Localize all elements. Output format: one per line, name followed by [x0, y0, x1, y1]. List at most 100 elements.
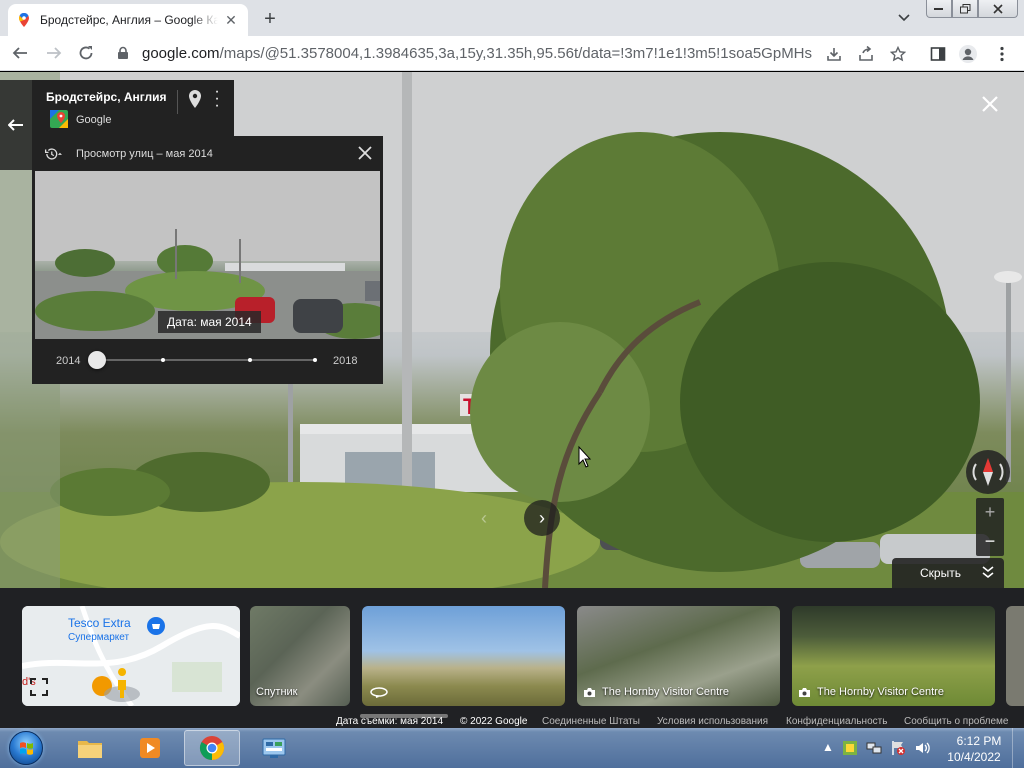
- time-machine-title: Просмотр улиц – мая 2014: [76, 148, 213, 160]
- provider-name: Google: [76, 114, 112, 126]
- bookmark-star-icon[interactable]: [888, 44, 908, 64]
- side-panel-icon[interactable]: [928, 44, 948, 64]
- taskbar-control-panel[interactable]: [246, 730, 302, 766]
- photo-label-text: The Hornby Visitor Centre: [817, 686, 944, 698]
- camera-icon: [799, 687, 810, 697]
- zoom-control: + −: [976, 498, 1004, 556]
- url-text: google.com/maps/@51.3578004,1.3984635,3a…: [142, 45, 812, 62]
- network-icon[interactable]: [866, 740, 882, 756]
- camera-icon: [584, 687, 595, 697]
- place-name: Бродстейрс, Англия: [46, 90, 167, 104]
- time-machine-close-icon[interactable]: [354, 142, 376, 164]
- show-desktop-button[interactable]: [1012, 728, 1024, 768]
- more-options-icon[interactable]: · · ·: [212, 84, 222, 114]
- street-view-back-button[interactable]: [0, 80, 32, 170]
- browser-tab-strip: Бродстейрс, Англия – Google Карты ✕ +: [0, 0, 1024, 36]
- photo-label-text: The Hornby Visitor Centre: [602, 686, 729, 698]
- satellite-label: Спутник: [256, 686, 298, 698]
- photo-thumbnail-card[interactable]: [1006, 606, 1024, 706]
- tab-title: Бродстейрс, Англия – Google Карты: [40, 13, 218, 27]
- new-tab-button[interactable]: +: [258, 7, 282, 31]
- windows-logo-icon: [9, 731, 43, 765]
- tray-app-icon[interactable]: [842, 740, 858, 756]
- volume-icon[interactable]: [914, 740, 930, 756]
- window-restore-button[interactable]: [952, 0, 978, 18]
- start-button[interactable]: [2, 728, 50, 768]
- zoom-out-button[interactable]: −: [976, 527, 1004, 556]
- timeline-stop[interactable]: [313, 358, 317, 362]
- taskbar-chrome[interactable]: [184, 730, 240, 766]
- place-info-card: Бродстейрс, Англия Google · · ·: [32, 80, 234, 136]
- timeline-slider-knob[interactable]: [88, 351, 106, 369]
- hide-label: Скрыть: [920, 566, 961, 580]
- browser-tab-maps[interactable]: Бродстейрс, Англия – Google Карты ✕: [8, 4, 248, 36]
- browser-toolbar: google.com/maps/@51.3578004,1.3984635,3a…: [0, 36, 1024, 71]
- taskbar-media-player[interactable]: [122, 730, 178, 766]
- window-minimize-button[interactable]: [926, 0, 952, 18]
- compass-icon[interactable]: [966, 450, 1010, 494]
- photo-thumbnail-card[interactable]: The Hornby Visitor Centre: [792, 606, 995, 706]
- time-machine-header[interactable]: Просмотр улиц – мая 2014: [44, 144, 213, 164]
- photo-carousel: Tesco Extra Супермаркет d's Спутник The …: [0, 588, 1024, 714]
- clock-time[interactable]: 6:12 PM: [954, 734, 1004, 748]
- photo-label: The Hornby Visitor Centre: [798, 686, 944, 698]
- double-chevron-down-icon: [982, 566, 994, 579]
- country-link[interactable]: Соединенные Штаты: [542, 716, 640, 727]
- media-player-icon: [140, 738, 160, 758]
- back-arrow-icon[interactable]: [8, 41, 32, 65]
- clock-date[interactable]: 10/4/2022: [944, 750, 1004, 764]
- panorama-360-icon: [370, 687, 388, 698]
- url-host: google.com: [142, 44, 220, 62]
- address-bar[interactable]: google.com/maps/@51.3578004,1.3984635,3a…: [108, 40, 820, 66]
- exit-street-view-icon[interactable]: [978, 92, 1002, 116]
- map-card-title: Tesco Extra: [68, 616, 131, 630]
- timeline-stop[interactable]: [161, 358, 165, 362]
- profile-avatar-icon[interactable]: [958, 44, 978, 64]
- terms-link[interactable]: Условия использования: [657, 716, 768, 727]
- time-machine-preview-image[interactable]: Дата: мая 2014: [35, 171, 380, 339]
- preview-date-label: Дата: мая 2014: [158, 311, 261, 333]
- menu-kebab-icon[interactable]: [992, 44, 1012, 64]
- map-pin-icon[interactable]: [188, 90, 202, 108]
- windows-taskbar: ▲ 6:12 PM 10/4/2022: [0, 728, 1024, 768]
- map-card-subtitle: Супермаркет: [68, 632, 130, 643]
- chrome-icon: [199, 736, 225, 760]
- share-icon[interactable]: [856, 44, 876, 64]
- reload-icon[interactable]: [74, 41, 98, 65]
- hide-carousel-button[interactable]: Скрыть: [892, 558, 1004, 588]
- report-problem-link[interactable]: Сообщить о проблеме: [904, 716, 1008, 727]
- copyright: © 2022 Google: [460, 716, 528, 727]
- photo-label: The Hornby Visitor Centre: [583, 686, 729, 698]
- taskbar-explorer[interactable]: [62, 730, 118, 766]
- folder-icon: [78, 741, 102, 758]
- privacy-link[interactable]: Конфиденциальность: [786, 716, 887, 727]
- history-clock-icon: [44, 148, 62, 160]
- satellite-thumbnail-card[interactable]: Спутник: [250, 606, 350, 706]
- card-divider: [177, 90, 178, 114]
- next-arrow-icon[interactable]: ›: [524, 500, 560, 536]
- timeline-end-year: 2018: [333, 355, 358, 367]
- window-close-button[interactable]: [978, 0, 1018, 18]
- previous-arrow-icon[interactable]: ‹: [466, 500, 502, 536]
- zoom-in-button[interactable]: +: [976, 498, 1004, 527]
- map-credits-bar: Дата съемки: мая 2014 © 2022 Google Соед…: [0, 714, 1024, 728]
- mini-map: [22, 606, 240, 706]
- tab-search-chevron-icon[interactable]: [894, 8, 914, 28]
- tray-expand-icon[interactable]: ▲: [820, 740, 836, 756]
- street-view-panorama[interactable]: TESCO Бродстейрс, Англия Google: [0, 72, 1024, 588]
- capture-date: Дата съемки: мая 2014: [336, 716, 444, 727]
- expand-icon[interactable]: [30, 678, 48, 696]
- tab-close-icon[interactable]: ✕: [222, 11, 240, 29]
- control-panel-icon: [262, 738, 286, 758]
- forward-arrow-icon[interactable]: [42, 41, 66, 65]
- timeline-stop[interactable]: [248, 358, 252, 362]
- google-maps-logo-icon: [50, 110, 68, 128]
- action-center-flag-icon[interactable]: [890, 740, 906, 756]
- google-maps-favicon-icon: [19, 13, 29, 27]
- timeline-track[interactable]: [95, 359, 315, 361]
- url-path: /maps/@51.3578004,1.3984635,3a,15y,31.35…: [219, 44, 812, 62]
- panorama-thumbnail-card[interactable]: [362, 606, 565, 706]
- install-app-icon[interactable]: [824, 44, 844, 64]
- map-thumbnail-card[interactable]: Tesco Extra Супермаркет d's: [22, 606, 240, 706]
- photo-thumbnail-card[interactable]: The Hornby Visitor Centre: [577, 606, 780, 706]
